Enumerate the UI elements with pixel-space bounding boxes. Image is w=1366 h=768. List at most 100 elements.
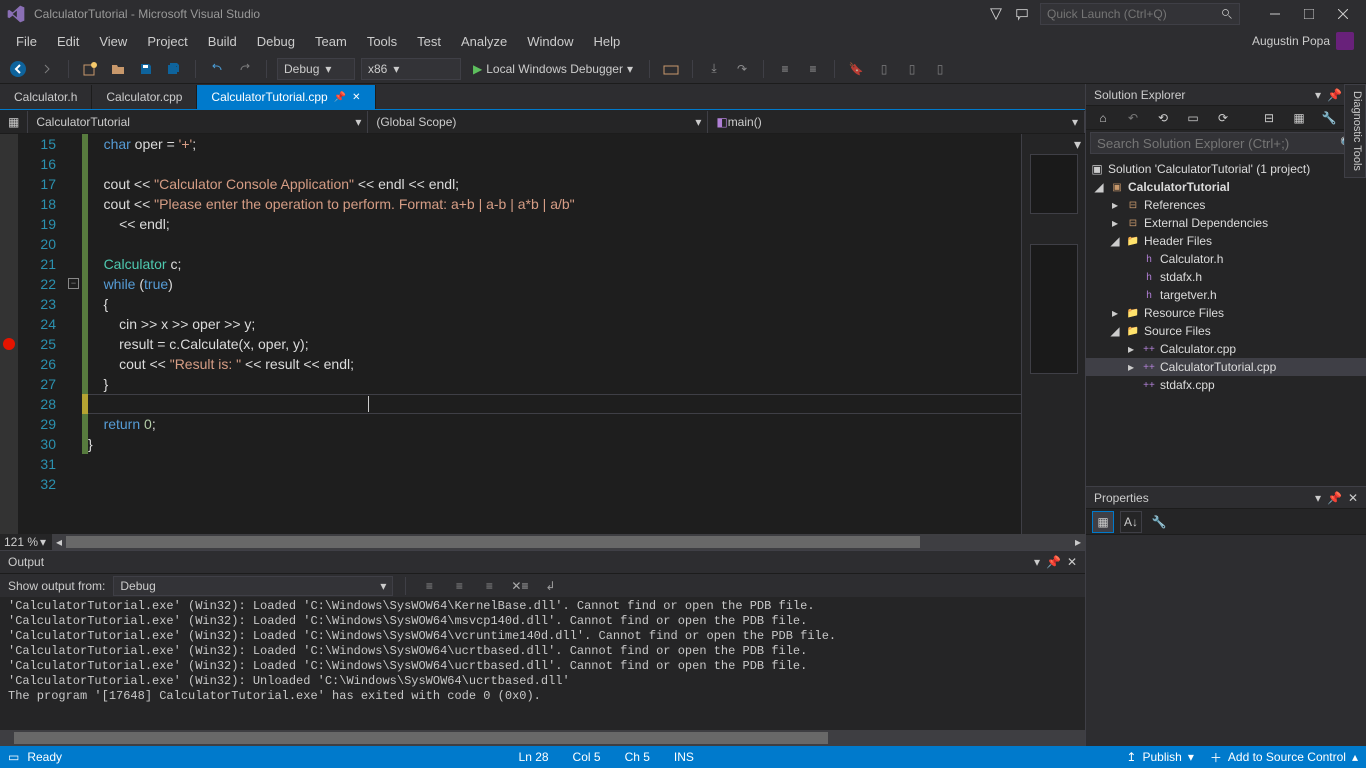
pin-icon[interactable]: 📌 [1327, 88, 1342, 102]
nav-forward-button[interactable] [36, 58, 58, 80]
solution-config-combo[interactable]: Debug ▾ [277, 58, 355, 80]
se-refresh-button[interactable]: ⟳ [1212, 107, 1234, 129]
expand-toggle[interactable]: ▸ [1108, 306, 1122, 320]
property-pages-button[interactable]: 🔧 [1148, 511, 1170, 533]
code-line[interactable] [88, 474, 1021, 494]
tree-node[interactable]: ◢▣CalculatorTutorial [1086, 178, 1366, 196]
find-message-button[interactable]: ≡ [418, 575, 440, 597]
indent-less-button[interactable]: ≡ [774, 58, 796, 80]
code-line[interactable]: Calculator c; [88, 254, 1021, 274]
solution-explorer-tree[interactable]: ▣ Solution 'CalculatorTutorial' (1 proje… [1086, 156, 1366, 486]
step-into-button[interactable]: ⤓ [703, 58, 725, 80]
output-content[interactable]: 'CalculatorTutorial.exe' (Win32): Loaded… [0, 597, 1085, 730]
tree-node[interactable]: hCalculator.h [1086, 250, 1366, 268]
nav-function-combo[interactable]: ◧ main() ▾ [708, 111, 1085, 133]
nav-back-button[interactable] [6, 58, 30, 80]
code-line[interactable]: char oper = '+'; [88, 134, 1021, 154]
nav-project-combo[interactable]: CalculatorTutorial ▾ [28, 111, 368, 133]
solution-platform-combo[interactable]: x86 ▾ [361, 58, 461, 80]
tree-node[interactable]: ▸++CalculatorTutorial.cpp [1086, 358, 1366, 376]
close-button[interactable] [1326, 3, 1360, 25]
code-line[interactable]: result = c.Calculate(x, oper, y); [88, 334, 1021, 354]
code-line[interactable]: cin >> x >> oper >> y; [88, 314, 1021, 334]
categorized-button[interactable]: ▦ [1092, 511, 1114, 533]
close-icon[interactable]: ✕ [1067, 555, 1077, 569]
pin-icon[interactable]: 📌 [1327, 491, 1342, 505]
pin-icon[interactable]: 📌 [1046, 555, 1061, 569]
code-line[interactable] [88, 234, 1021, 254]
user-account[interactable]: Augustin Popa [1252, 32, 1360, 50]
code-line[interactable]: << endl; [88, 214, 1021, 234]
tree-node[interactable]: ++stdafx.cpp [1086, 376, 1366, 394]
clear-all-button[interactable]: ✕≡ [508, 575, 531, 597]
next-message-button[interactable]: ≡ [478, 575, 500, 597]
menu-analyze[interactable]: Analyze [451, 31, 517, 52]
menu-team[interactable]: Team [305, 31, 357, 52]
se-pending-button[interactable]: ▭ [1182, 107, 1204, 129]
tree-node[interactable]: ◢📁Source Files [1086, 322, 1366, 340]
code-line[interactable]: cout << "Result is: " << result << endl; [88, 354, 1021, 374]
window-position-button[interactable]: ▾ [1315, 88, 1321, 102]
menu-build[interactable]: Build [198, 31, 247, 52]
scroll-right-button[interactable]: ▸ [1071, 535, 1085, 549]
window-position-button[interactable]: ▾ [1034, 555, 1040, 569]
prev-message-button[interactable]: ≡ [448, 575, 470, 597]
bookmark-button[interactable]: 🔖 [845, 58, 867, 80]
indent-more-button[interactable]: ≡ [802, 58, 824, 80]
tree-node[interactable]: ▸++Calculator.cpp [1086, 340, 1366, 358]
code-line[interactable]: cout << "Please enter the operation to p… [88, 194, 1021, 214]
solution-node[interactable]: ▣ Solution 'CalculatorTutorial' (1 proje… [1086, 160, 1366, 178]
tree-node[interactable]: ▸⊟External Dependencies [1086, 214, 1366, 232]
editor-tab[interactable]: CalculatorTutorial.cpp📌✕ [197, 85, 375, 109]
editor-tab[interactable]: Calculator.cpp [92, 85, 197, 109]
step-over-button[interactable]: ↷ [731, 58, 753, 80]
window-position-button[interactable]: ▾ [1315, 491, 1321, 505]
process-button[interactable] [660, 58, 682, 80]
expand-toggle[interactable]: ▸ [1124, 360, 1138, 374]
add-source-control-button[interactable]: ＋ Add to Source Control ▴ [1210, 749, 1358, 766]
maximize-button[interactable] [1292, 3, 1326, 25]
diagnostic-tools-tab[interactable]: Diagnostic Tools [1344, 84, 1366, 178]
output-source-combo[interactable]: Debug ▾ [113, 576, 393, 596]
menu-project[interactable]: Project [137, 31, 197, 52]
split-editor-button[interactable]: ▾ [1074, 136, 1081, 153]
open-file-button[interactable] [107, 58, 129, 80]
start-debugging-button[interactable]: ▶ Local Windows Debugger ▾ [467, 60, 639, 78]
publish-button[interactable]: ↥ Publish ▾ [1126, 750, 1193, 764]
new-project-button[interactable] [79, 58, 101, 80]
code-line[interactable]: } [88, 374, 1021, 394]
code-line[interactable]: return 0; [88, 414, 1021, 434]
output-horizontal-scrollbar[interactable] [0, 730, 1085, 746]
close-icon[interactable]: ✕ [352, 92, 360, 103]
tree-node[interactable]: htargetver.h [1086, 286, 1366, 304]
tree-node[interactable]: ◢📁Header Files [1086, 232, 1366, 250]
se-show-all-button[interactable]: ▦ [1288, 107, 1310, 129]
code-line[interactable]: while (true) [88, 274, 1021, 294]
code-line[interactable]: } [88, 434, 1021, 454]
save-all-button[interactable] [163, 58, 185, 80]
uncomment-button[interactable]: ▯ [901, 58, 923, 80]
menu-test[interactable]: Test [407, 31, 451, 52]
expand-toggle[interactable]: ▸ [1108, 216, 1122, 230]
nav-scope-combo[interactable]: (Global Scope) ▾ [368, 111, 708, 133]
editor-horizontal-scrollbar[interactable]: 121 %▾ ◂ ▸ [0, 534, 1085, 550]
code-line[interactable] [88, 454, 1021, 474]
quick-launch-input[interactable] [1047, 7, 1221, 21]
comment-button[interactable]: ▯ [873, 58, 895, 80]
se-sync-button[interactable]: ⟲ [1152, 107, 1174, 129]
breakpoint-gutter[interactable] [0, 134, 18, 534]
se-search-input[interactable] [1097, 136, 1340, 151]
feedback-icon[interactable] [1014, 6, 1030, 22]
code-line[interactable]: { [88, 294, 1021, 314]
editor-tab[interactable]: Calculator.h [0, 85, 92, 109]
se-back-button[interactable]: ↶ [1122, 107, 1144, 129]
menu-view[interactable]: View [89, 31, 137, 52]
menu-edit[interactable]: Edit [47, 31, 89, 52]
menu-debug[interactable]: Debug [247, 31, 305, 52]
fold-toggle[interactable]: − [68, 278, 79, 289]
se-properties-button[interactable]: 🔧 [1318, 107, 1340, 129]
properties-grid[interactable] [1086, 535, 1366, 746]
code-line[interactable] [88, 154, 1021, 174]
code-editor[interactable]: 151617181920212223242526272829303132 − c… [0, 134, 1085, 534]
tree-node[interactable]: ▸📁Resource Files [1086, 304, 1366, 322]
